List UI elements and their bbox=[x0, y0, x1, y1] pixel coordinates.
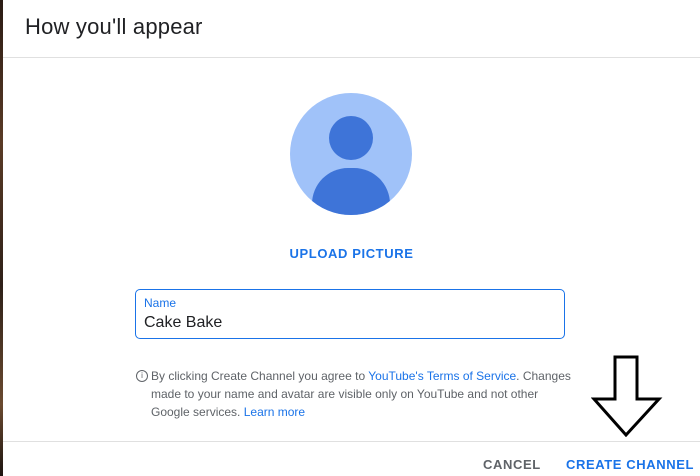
cancel-button[interactable]: CANCEL bbox=[483, 457, 541, 472]
avatar-body-shape bbox=[312, 168, 390, 215]
upload-picture-button[interactable]: UPLOAD PICTURE bbox=[3, 246, 700, 261]
avatar-head-shape bbox=[329, 116, 373, 160]
dialog-title: How you'll appear bbox=[25, 14, 203, 39]
name-field-label: Name bbox=[144, 296, 177, 310]
info-icon: i bbox=[136, 370, 148, 382]
down-arrow-icon bbox=[591, 355, 663, 437]
name-field-value[interactable]: Cake Bake bbox=[144, 314, 222, 332]
create-channel-button[interactable]: CREATE CHANNEL bbox=[566, 457, 694, 472]
footer-divider bbox=[3, 441, 700, 442]
terms-text-before: By clicking Create Channel you agree to bbox=[151, 369, 369, 383]
create-channel-dialog: How you'll appear UPLOAD PICTURE Name Ca… bbox=[3, 0, 700, 476]
header-divider bbox=[3, 57, 700, 58]
terms-of-service-link[interactable]: YouTube's Terms of Service bbox=[368, 369, 516, 383]
name-field[interactable]: Name Cake Bake bbox=[135, 289, 565, 339]
learn-more-link[interactable]: Learn more bbox=[244, 405, 305, 419]
avatar bbox=[290, 93, 412, 215]
terms-notice: By clicking Create Channel you agree to … bbox=[151, 367, 571, 421]
